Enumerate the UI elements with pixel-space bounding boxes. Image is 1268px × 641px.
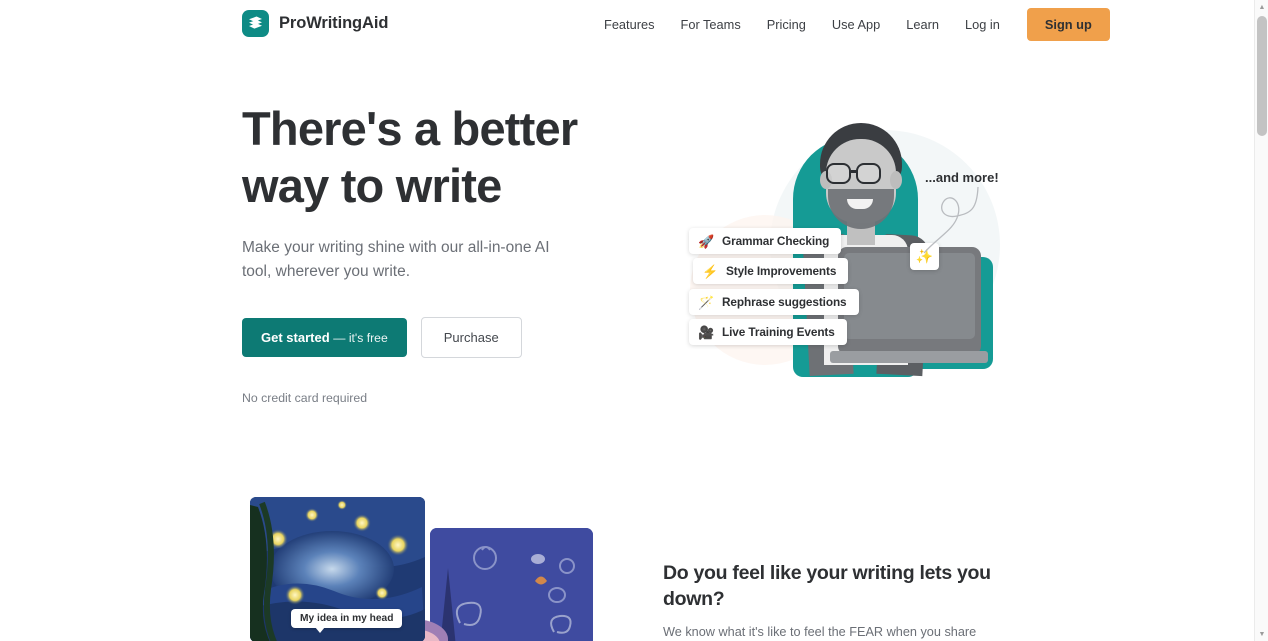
feature-card-label: Grammar Checking xyxy=(722,234,830,248)
idea-gallery: My idea in my head xyxy=(250,497,640,641)
get-started-sublabel: — it's free xyxy=(333,331,388,345)
get-started-label: Get started xyxy=(261,330,330,345)
doodle-image xyxy=(430,528,593,641)
page-scrollbar[interactable]: ▲ ▼ xyxy=(1254,0,1268,641)
glasses-lens-left xyxy=(826,163,851,184)
get-started-button[interactable]: Get started — it's free xyxy=(242,318,407,357)
site-header: ProWritingAid Features For Teams Pricing… xyxy=(0,0,1254,48)
hero-subtitle: Make your writing shine with our all-in-… xyxy=(242,236,572,283)
and-more-label: ...and more! xyxy=(925,170,999,185)
laptop-base xyxy=(830,351,988,363)
beard xyxy=(828,189,894,229)
purchase-button[interactable]: Purchase xyxy=(420,317,522,358)
feature-card-label: Live Training Events xyxy=(722,325,835,339)
glasses-bridge xyxy=(851,170,858,173)
feature-card-label: Rephrase suggestions xyxy=(722,295,847,309)
rocket-icon: 🚀 xyxy=(698,233,715,249)
hero-subtitle-line-2: wherever you write. xyxy=(275,262,411,280)
nav-item-for-teams[interactable]: For Teams xyxy=(668,11,754,38)
main-navigation: Features For Teams Pricing Use App Learn… xyxy=(604,0,1110,48)
hero-cta-group: Get started — it's free Purchase xyxy=(242,317,642,358)
hero-title-line-2: way to write xyxy=(242,159,502,212)
hero-illustration: 🚀 Grammar Checking ⚡ Style Improvements … xyxy=(660,95,1040,395)
scroll-up-arrow-icon[interactable]: ▲ xyxy=(1255,0,1268,14)
hero-copy-block: There's a better way to write Make your … xyxy=(242,100,642,405)
brand-name: ProWritingAid xyxy=(279,14,389,32)
hero-title-line-1: There's a better xyxy=(242,102,578,155)
lower-copy-block: Do you feel like your writing lets you d… xyxy=(663,560,1023,641)
lower-section-body: We know what it's like to feel the FEAR … xyxy=(663,625,977,639)
nav-item-log-in[interactable]: Log in xyxy=(952,11,1013,38)
magic-wand-icon: 🪄 xyxy=(698,294,715,310)
feature-card-grammar-checking[interactable]: 🚀 Grammar Checking xyxy=(689,228,842,254)
glasses-lens-right xyxy=(856,163,881,184)
feature-card-style-improvements[interactable]: ⚡ Style Improvements xyxy=(693,258,849,284)
scroll-down-arrow-icon[interactable]: ▼ xyxy=(1255,627,1268,641)
stacked-pages-logo-icon xyxy=(242,10,269,37)
nav-item-features[interactable]: Features xyxy=(604,11,668,38)
lower-section-title: Do you feel like your writing lets you d… xyxy=(663,562,991,610)
feature-card-live-training-events[interactable]: 🎥 Live Training Events xyxy=(689,319,847,345)
idea-speech-bubble: My idea in my head xyxy=(291,609,403,633)
nav-item-learn[interactable]: Learn xyxy=(893,11,952,38)
pointer-squiggle-icon xyxy=(923,186,979,254)
page-root: ProWritingAid Features For Teams Pricing… xyxy=(0,0,1268,641)
feature-card-label: Style Improvements xyxy=(726,264,837,278)
nav-item-pricing[interactable]: Pricing xyxy=(754,11,819,38)
nav-item-use-app[interactable]: Use App xyxy=(819,11,893,38)
no-credit-card-note: No credit card required xyxy=(242,391,368,405)
brand-logo-link[interactable]: ProWritingAid xyxy=(242,10,388,37)
sign-up-button[interactable]: Sign up xyxy=(1026,7,1110,41)
feature-card-rephrase-suggestions[interactable]: 🪄 Rephrase suggestions xyxy=(689,289,859,315)
page-title: There's a better way to write xyxy=(242,100,642,214)
ear-right xyxy=(890,171,902,189)
movie-camera-icon: 🎥 xyxy=(698,324,715,340)
scrollbar-thumb[interactable] xyxy=(1257,16,1267,136)
lightning-icon: ⚡ xyxy=(702,263,719,279)
